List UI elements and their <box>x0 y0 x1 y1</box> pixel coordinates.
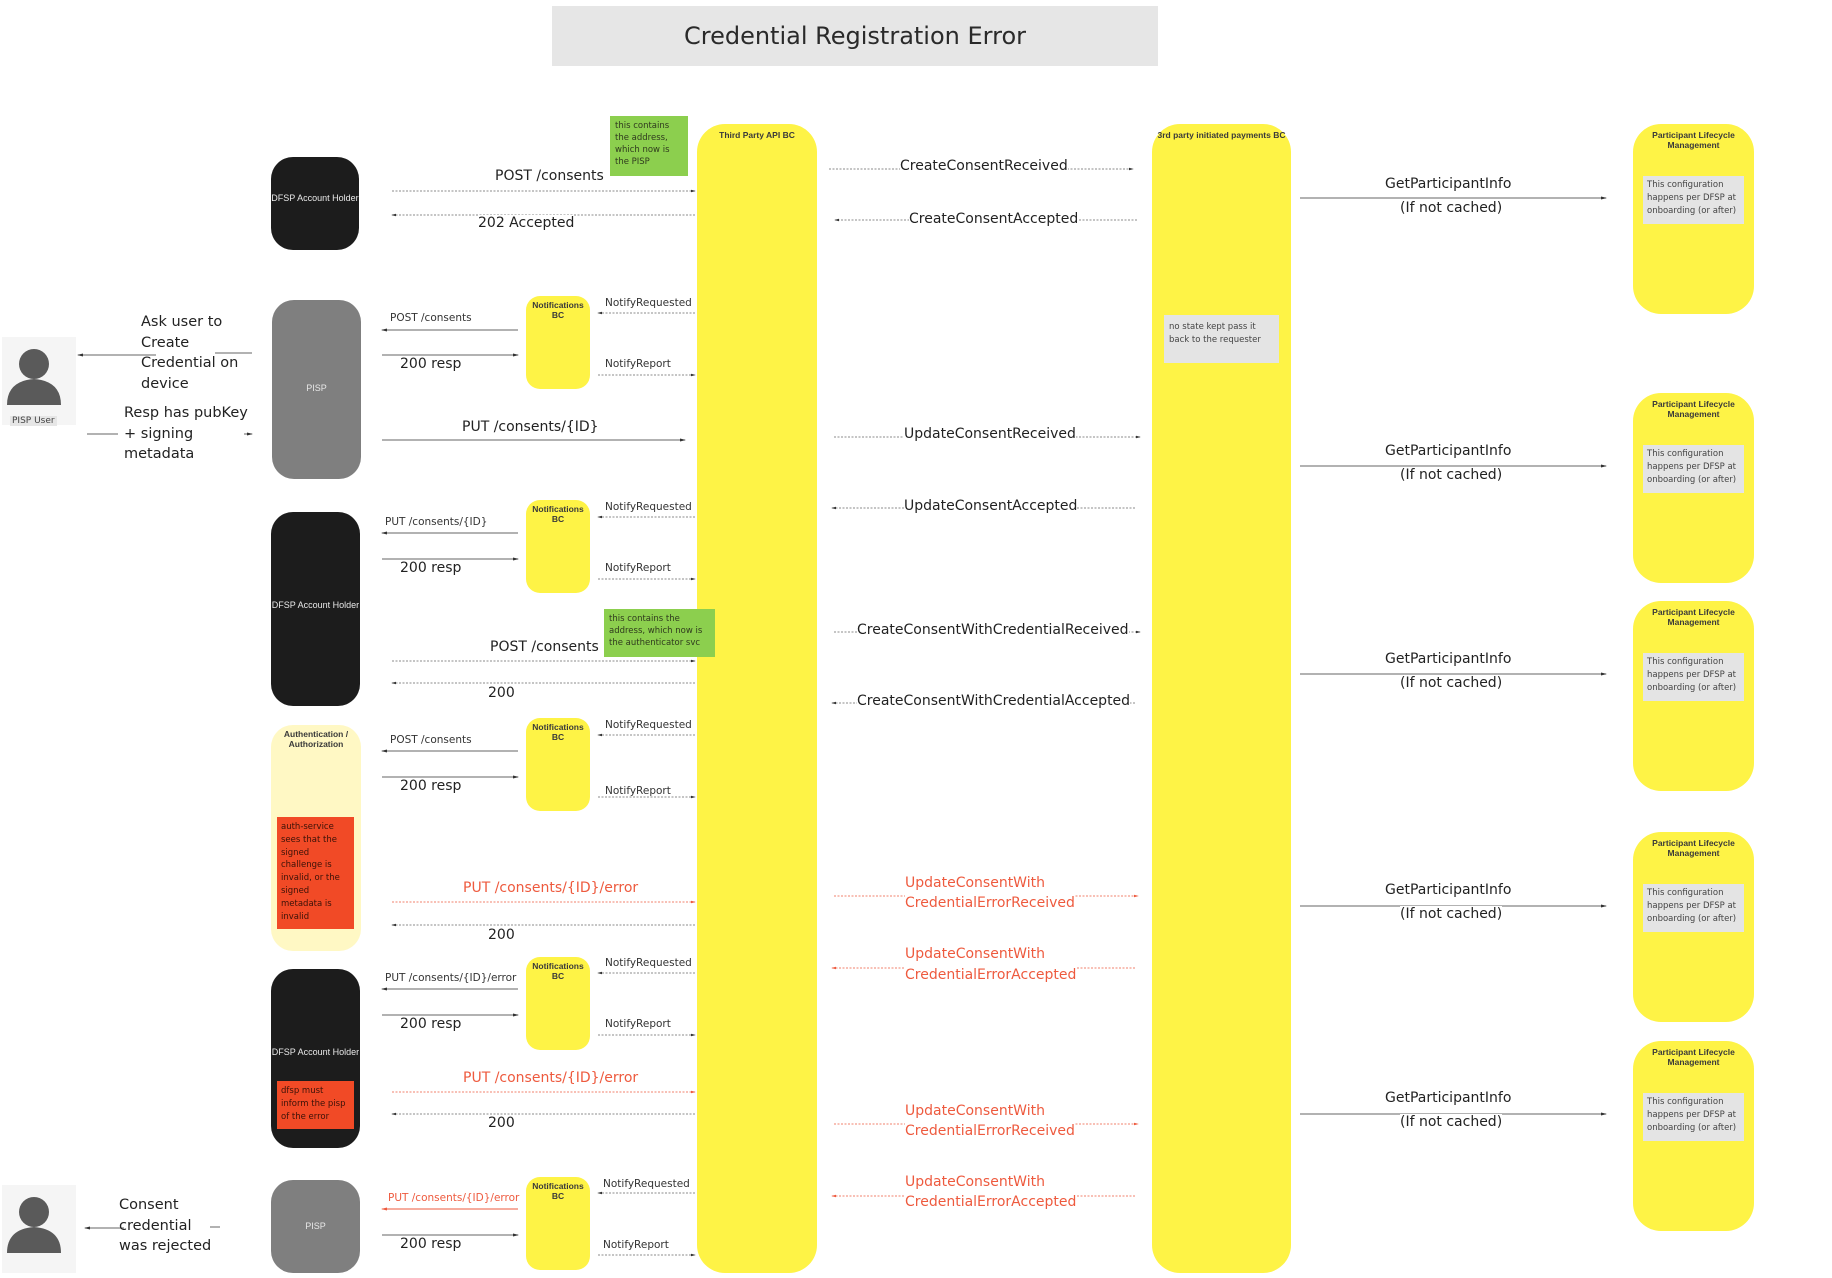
label-get-participant-info: GetParticipantInfo <box>1385 443 1512 459</box>
label-ucwce-received: CredentialErrorReceived <box>905 1123 1075 1139</box>
label-post-consents-small: POST /consents <box>390 734 472 746</box>
notifications-bc-box: Notifications BC <box>526 1177 590 1270</box>
dfsp-account-holder-2: DFSP Account Holder <box>271 512 360 706</box>
label-200-resp: 200 resp <box>400 1236 462 1252</box>
label-get-participant-info: GetParticipantInfo <box>1385 651 1512 667</box>
note-auth-invalid: auth-service sees that the signed challe… <box>277 817 354 929</box>
msg-consent-rejected: Consent credential was rejected <box>119 1197 212 1254</box>
user-icon <box>7 349 61 405</box>
pisp-user-actor: PISP User <box>2 337 76 426</box>
note-address-authenticator: this contains the address, which now is … <box>604 609 715 657</box>
dfsp-account-holder-1: DFSP Account Holder <box>271 157 359 250</box>
notifications-bc-box: Notifications BC <box>526 500 590 593</box>
lane-title: Participant Lifecycle Management <box>1652 607 1735 627</box>
pisp-user-actor-2 <box>2 1185 76 1273</box>
note-address-pisp: this contains the address, which now is … <box>610 116 688 176</box>
notifications-bc-box: Notifications BC <box>526 957 590 1050</box>
dfsp-account-holder-3: DFSP Account Holder dfsp must inform the… <box>271 969 360 1148</box>
label-if-not-cached: (If not cached) <box>1400 1114 1503 1130</box>
msg-resp-pubkey: Resp has pubKey + signing metadata <box>124 405 248 462</box>
lane-participant-lifecycle-management: Participant Lifecycle Management This co… <box>1633 124 1754 314</box>
label-if-not-cached: (If not cached) <box>1400 675 1503 691</box>
label-ucwce-accepted: UpdateConsentWith <box>905 1174 1045 1190</box>
lane-title: Participant Lifecycle Management <box>1652 130 1735 150</box>
label-200-resp: 200 resp <box>400 356 462 372</box>
label-notify-report: NotifyReport <box>605 562 671 574</box>
note-plm-config: This configuration happens per DFSP at o… <box>1643 1093 1744 1141</box>
note-no-state: no state kept pass it back to the reques… <box>1164 315 1279 363</box>
label-notify-report: NotifyReport <box>603 1239 669 1251</box>
note-dfsp-inform: dfsp must inform the pisp of the error <box>277 1081 354 1129</box>
label-put-consents-id: PUT /consents/{ID} <box>462 419 599 435</box>
label-ccwc-received: CreateConsentWithCredentialReceived <box>857 622 1129 638</box>
lane-participant-lifecycle-management: Participant Lifecycle Management This co… <box>1633 393 1754 583</box>
label-202-accepted: 202 Accepted <box>478 215 575 231</box>
label-create-consent-received: CreateConsentReceived <box>900 158 1068 174</box>
user-icon <box>7 1197 61 1253</box>
label-200: 200 <box>488 1115 515 1131</box>
label-200-resp: 200 resp <box>400 560 462 576</box>
label-if-not-cached: (If not cached) <box>1400 200 1503 216</box>
lane-title: Participant Lifecycle Management <box>1652 399 1735 419</box>
lane-participant-lifecycle-management: Participant Lifecycle Management This co… <box>1633 832 1754 1022</box>
lane-title: Participant Lifecycle Management <box>1652 1047 1735 1067</box>
label-ucwce-accepted: CredentialErrorAccepted <box>905 967 1077 983</box>
label-200: 200 <box>488 927 515 943</box>
label-post-consents: POST /consents <box>490 639 599 655</box>
label-notify-report: NotifyReport <box>605 785 671 797</box>
note-plm-config: This configuration happens per DFSP at o… <box>1643 176 1744 224</box>
label-put-consents-id-error: PUT /consents/{ID}/error <box>463 1070 639 1086</box>
label-ccwc-accepted: CreateConsentWithCredentialAccepted <box>857 693 1131 709</box>
lane-title: 3rd party initiated payments BC <box>1157 130 1286 140</box>
label-200: 200 <box>488 685 515 701</box>
label-200-resp: 200 resp <box>400 778 462 794</box>
lane-3rd-party-payments-bc: 3rd party initiated payments BC no state… <box>1152 124 1291 1273</box>
notifications-bc-box: Notifications BC <box>526 296 590 389</box>
label-notify-requested: NotifyRequested <box>605 957 692 969</box>
label-notify-report: NotifyReport <box>605 1018 671 1030</box>
label-notify-requested: NotifyRequested <box>605 501 692 513</box>
label-if-not-cached: (If not cached) <box>1400 906 1503 922</box>
label-update-consent-accepted: UpdateConsentAccepted <box>904 498 1078 514</box>
pisp-user-label: PISP User <box>10 416 57 426</box>
label-ucwce-accepted: UpdateConsentWith <box>905 946 1045 962</box>
label-ucwce-received: UpdateConsentWith <box>905 875 1045 891</box>
lane-title: Third Party API BC <box>719 130 795 140</box>
label-put-consents-id-error: PUT /consents/{ID}/error <box>463 880 639 896</box>
label-get-participant-info: GetParticipantInfo <box>1385 882 1512 898</box>
note-plm-config: This configuration happens per DFSP at o… <box>1643 884 1744 932</box>
label-post-consents: POST /consents <box>495 168 604 184</box>
label-put-consents-id-error-small: PUT /consents/{ID}/error <box>388 1192 520 1204</box>
notifications-bc-box: Notifications BC <box>526 718 590 811</box>
label-put-consents-id-small: PUT /consents/{ID} <box>385 516 488 528</box>
label-notify-requested: NotifyRequested <box>605 297 692 309</box>
pisp-box-2: PISP <box>271 1180 360 1273</box>
label-post-consents-small: POST /consents <box>390 312 472 324</box>
label-if-not-cached: (If not cached) <box>1400 467 1503 483</box>
label-get-participant-info: GetParticipantInfo <box>1385 1090 1512 1106</box>
label-ucwce-received: UpdateConsentWith <box>905 1103 1045 1119</box>
label-notify-requested: NotifyRequested <box>605 719 692 731</box>
label-get-participant-info: GetParticipantInfo <box>1385 176 1512 192</box>
label-notify-requested: NotifyRequested <box>603 1178 690 1190</box>
label-ucwce-accepted: CredentialErrorAccepted <box>905 1194 1077 1210</box>
label-create-consent-accepted: CreateConsentAccepted <box>909 211 1079 227</box>
lane-title: Participant Lifecycle Management <box>1652 838 1735 858</box>
lane-third-party-api-bc: Third Party API BC <box>697 124 817 1273</box>
msg-ask-user: Ask user to Create Credential on device <box>141 314 239 392</box>
lane-participant-lifecycle-management: Participant Lifecycle Management This co… <box>1633 601 1754 791</box>
label-put-consents-id-error-small: PUT /consents/{ID}/error <box>385 972 517 984</box>
label-update-consent-received: UpdateConsentReceived <box>904 426 1076 442</box>
pisp-box-1: PISP <box>272 300 361 479</box>
auth-service-box: Authentication / Authorization auth-serv… <box>271 725 361 951</box>
note-plm-config: This configuration happens per DFSP at o… <box>1643 653 1744 701</box>
label-ucwce-received: CredentialErrorReceived <box>905 895 1075 911</box>
label-notify-report: NotifyReport <box>605 358 671 370</box>
label-200-resp: 200 resp <box>400 1016 462 1032</box>
lane-participant-lifecycle-management: Participant Lifecycle Management This co… <box>1633 1041 1754 1231</box>
note-plm-config: This configuration happens per DFSP at o… <box>1643 445 1744 493</box>
